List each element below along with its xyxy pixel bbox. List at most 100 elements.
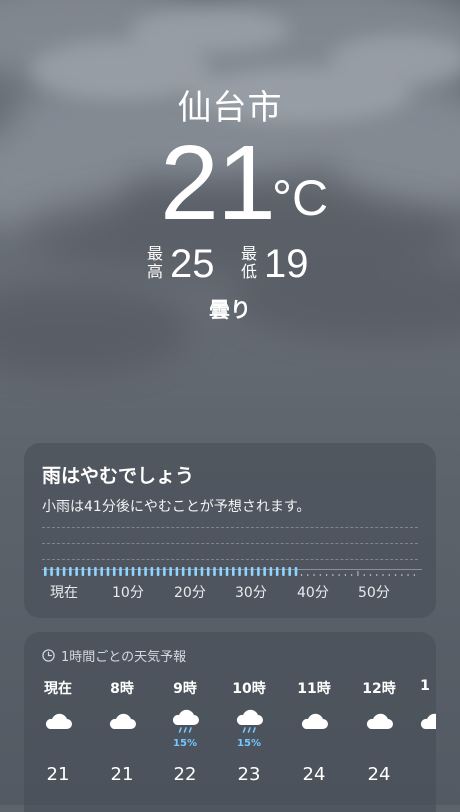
hourly-item-now[interactable]: 現在 21 xyxy=(26,632,90,812)
hour-temperature: 23 xyxy=(237,764,261,785)
cloud-rain-icon xyxy=(236,709,263,733)
rain-bar xyxy=(213,567,216,576)
rain-bar xyxy=(382,574,384,576)
hour-temperature: 24 xyxy=(302,764,326,785)
rain-bar xyxy=(263,567,266,576)
rain-bar xyxy=(181,567,185,576)
rain-bar xyxy=(307,574,309,576)
rain-card-title: 雨はやむでしょう xyxy=(42,465,195,487)
rain-bar xyxy=(401,574,403,576)
current-weather-header: 仙台市 21 °C 最高 25 最低 19 曇り xyxy=(0,0,460,330)
rain-card-subtitle: 小雨は41分後にやむことが予想されます。 xyxy=(42,499,311,515)
rain-bar xyxy=(94,567,97,576)
tick-label-40: 40分 xyxy=(297,585,329,601)
rain-bar xyxy=(300,574,303,576)
hour-time: 現在 xyxy=(44,681,72,697)
rain-bar xyxy=(131,567,135,576)
rain-bar xyxy=(81,567,85,576)
cloud-rain-icon xyxy=(172,709,199,733)
rain-bar xyxy=(369,574,372,576)
rain-bar xyxy=(119,567,122,576)
rain-bar xyxy=(332,574,334,576)
rain-bar xyxy=(275,567,279,576)
rain-bar xyxy=(363,574,365,576)
hour-temperature: 21 xyxy=(46,764,70,785)
weather-condition: 曇り xyxy=(209,298,251,322)
precipitation-probability: 15% xyxy=(173,738,197,749)
low-value: 19 xyxy=(264,242,309,286)
rain-bar xyxy=(288,567,291,576)
rain-bar xyxy=(407,574,409,576)
chart-gridline xyxy=(42,543,418,544)
high-value: 25 xyxy=(170,242,215,286)
low-label: 最低 xyxy=(240,244,257,281)
hourly-item-partial[interactable]: 1 xyxy=(401,632,436,812)
high-label: 最高 xyxy=(146,244,163,281)
rain-bar xyxy=(344,574,346,576)
cloud-icon xyxy=(366,713,393,729)
rain-bar xyxy=(188,567,191,576)
rain-bar xyxy=(394,574,397,576)
cloud-icon xyxy=(45,713,72,729)
tick-label-now: 現在 xyxy=(50,585,78,601)
rain-bar xyxy=(150,567,154,576)
hour-time: 10時 xyxy=(232,681,266,697)
rain-bar xyxy=(238,567,241,576)
cloud-icon xyxy=(301,713,328,729)
rain-bar xyxy=(69,567,72,576)
hourly-item-9[interactable]: 9時 15% 22 xyxy=(153,632,217,812)
rain-bar xyxy=(225,567,229,576)
rain-bar xyxy=(357,571,359,576)
rain-bar xyxy=(232,567,235,576)
rain-bar xyxy=(326,574,328,576)
rain-bar xyxy=(175,567,179,576)
rain-bar xyxy=(163,567,166,576)
rain-bar xyxy=(250,567,254,576)
rain-bar xyxy=(125,567,129,576)
hour-time: 11時 xyxy=(297,681,331,697)
rain-bar xyxy=(50,567,53,576)
rain-bar xyxy=(206,567,210,576)
cloud-icon xyxy=(420,713,436,729)
rain-bar xyxy=(269,567,273,576)
rain-bar xyxy=(338,574,340,576)
rain-bar xyxy=(138,567,141,576)
hour-time: 1 xyxy=(420,678,430,694)
rain-bar xyxy=(112,567,116,576)
rain-bar xyxy=(62,567,66,576)
rain-bar xyxy=(294,567,298,576)
rain-bar xyxy=(200,567,204,576)
tick-label-30: 30分 xyxy=(235,585,267,601)
rain-bar xyxy=(75,567,78,576)
hour-temperature: 21 xyxy=(110,764,134,785)
rain-bar xyxy=(100,567,103,576)
rain-bar xyxy=(56,567,60,576)
chart-gridline xyxy=(42,527,418,528)
tick-label-10: 10分 xyxy=(112,585,144,601)
rain-bar xyxy=(313,574,315,576)
hour-time: 9時 xyxy=(173,681,197,697)
hour-temperature: 22 xyxy=(173,764,197,785)
rain-bar xyxy=(106,567,110,576)
hourly-item-10[interactable]: 10時 15% 23 xyxy=(217,632,281,812)
rain-bar xyxy=(44,567,47,576)
hourly-forecast-card[interactable]: 1時間ごとの天気予報 現在 21 8時 21 9時 15% 22 10時 15% xyxy=(24,632,436,812)
hour-time: 8時 xyxy=(110,681,134,697)
tick-label-20: 20分 xyxy=(174,585,206,601)
rain-bar xyxy=(87,567,91,576)
rain-bar xyxy=(257,567,260,576)
rain-forecast-card[interactable]: 雨はやむでしょう 小雨は41分後にやむことが予想されます。 現在 10分 20分… xyxy=(24,443,436,618)
rain-bar xyxy=(388,574,390,576)
chart-gridline xyxy=(42,559,418,560)
cloud-icon xyxy=(109,713,136,729)
hourly-item-8[interactable]: 8時 21 xyxy=(90,632,154,812)
tick-label-50: 50分 xyxy=(358,585,390,601)
rain-bar xyxy=(244,567,248,576)
rain-bar xyxy=(376,574,378,576)
rain-bar xyxy=(144,567,147,576)
precipitation-probability: 15% xyxy=(237,738,261,749)
hourly-item-11[interactable]: 11時 24 xyxy=(282,632,346,812)
temperature-unit: °C xyxy=(272,170,329,226)
rain-bar xyxy=(219,567,223,576)
rain-bar xyxy=(413,574,415,576)
